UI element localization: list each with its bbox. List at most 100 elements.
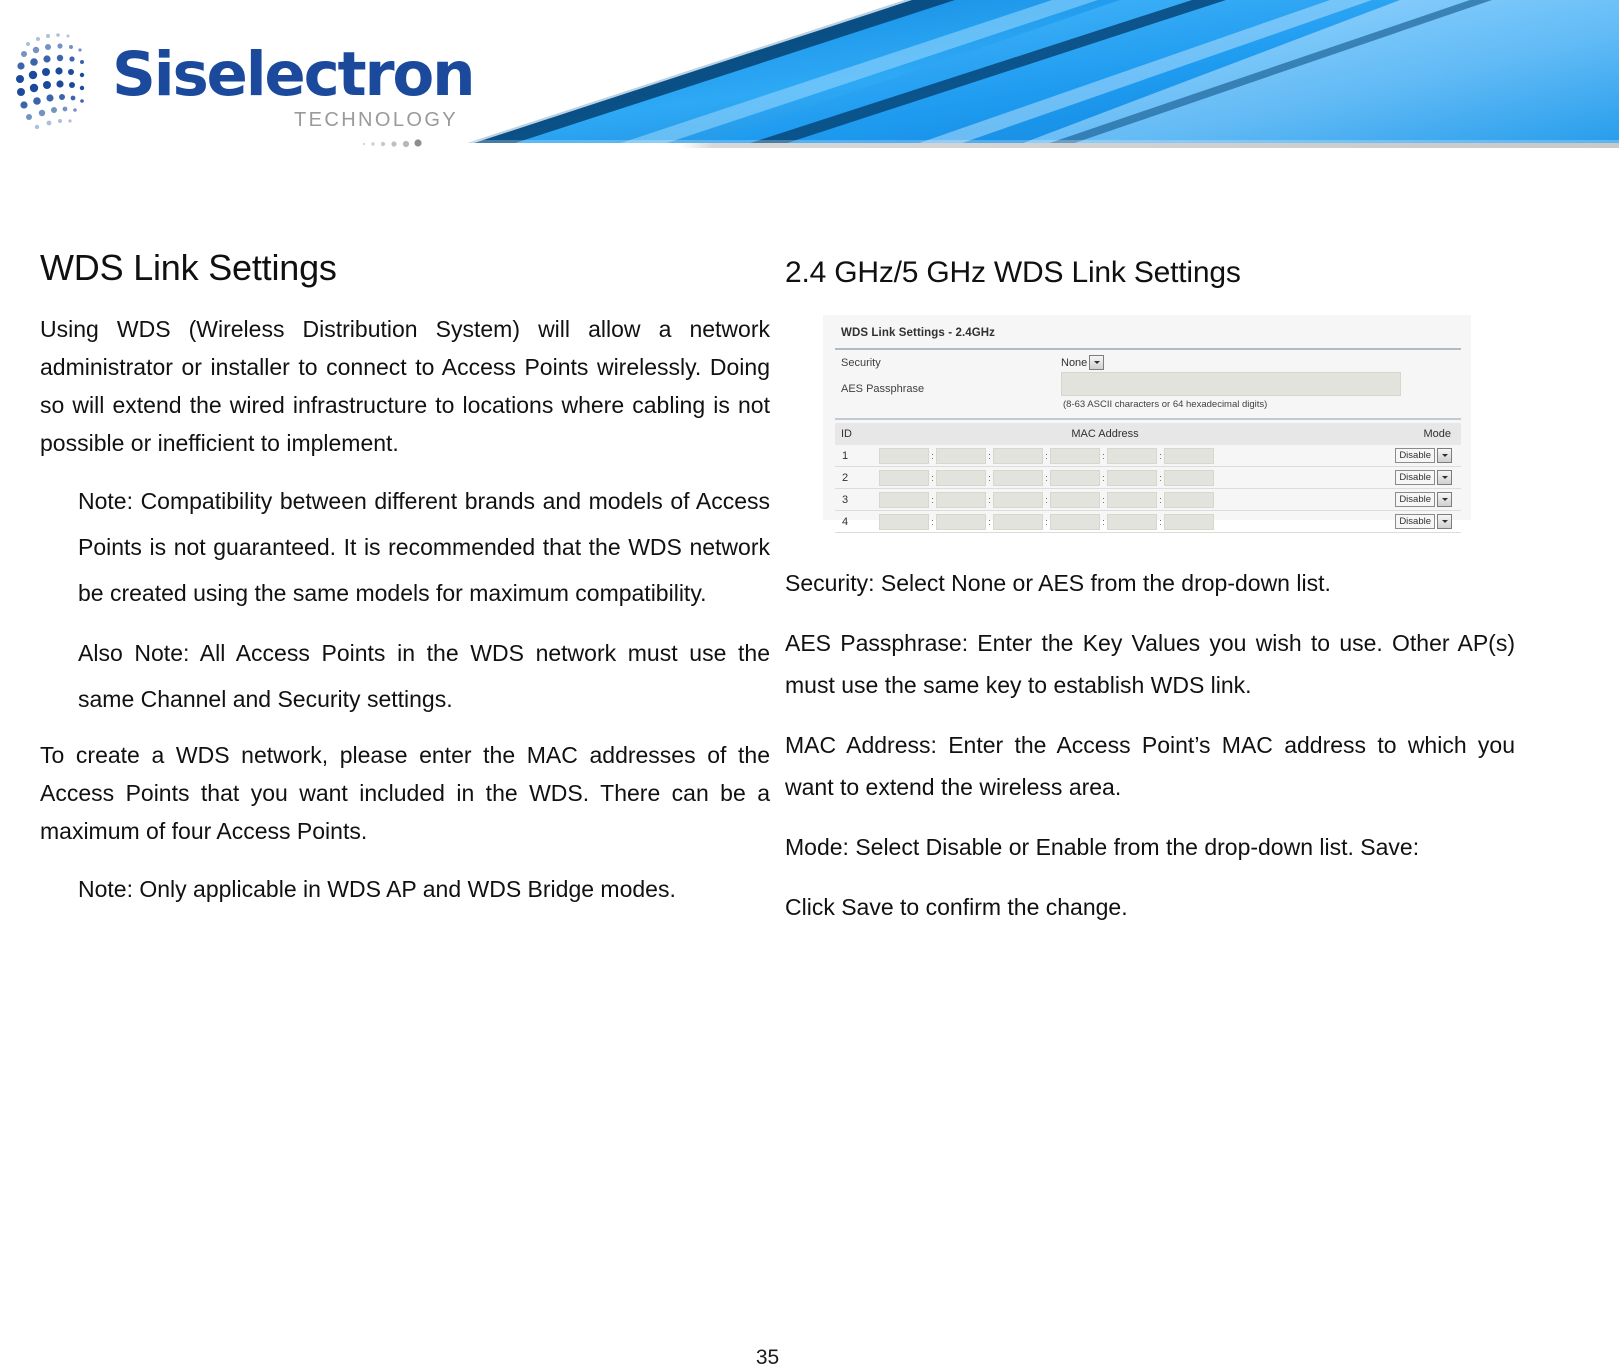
panel-title: WDS Link Settings - 2.4GHz bbox=[841, 327, 996, 339]
left-column: WDS Link Settings Using WDS (Wireless Di… bbox=[40, 248, 770, 926]
page-title: WDS Link Settings bbox=[40, 247, 337, 288]
security-select-value: None bbox=[1061, 356, 1088, 369]
page-header-banner: Siselectron TECHNOLOGY bbox=[0, 0, 1619, 148]
table-row: 2 : : : : : Disable bbox=[835, 466, 1461, 489]
mac-separator: : bbox=[1159, 516, 1162, 527]
mac-separator: : bbox=[1045, 494, 1048, 505]
row-id: 1 bbox=[835, 445, 877, 467]
mac-octet-input[interactable] bbox=[936, 513, 986, 530]
mac-octet-input[interactable] bbox=[993, 447, 1043, 464]
mac-separator: : bbox=[1045, 472, 1048, 483]
page-number-value: 35 bbox=[755, 1346, 780, 1369]
chevron-down-icon[interactable] bbox=[1437, 492, 1452, 507]
note-compatibility: Note: Compatibility between different br… bbox=[78, 487, 770, 606]
mac-separator: : bbox=[988, 472, 991, 483]
mac-octet-input[interactable] bbox=[1107, 469, 1157, 486]
security-select[interactable]: None bbox=[1061, 355, 1105, 370]
description-mode: Mode: Select Disable or Enable from the … bbox=[785, 834, 1420, 860]
globe-dots-icon bbox=[14, 24, 114, 136]
mac-separator: : bbox=[931, 472, 934, 483]
table-row: 1 : : : : : Disable bbox=[835, 445, 1461, 467]
mac-octet-input[interactable] bbox=[936, 469, 986, 486]
aes-passphrase-input[interactable] bbox=[1061, 372, 1401, 396]
mac-octet-input[interactable] bbox=[1050, 447, 1100, 464]
aes-passphrase-label: AES Passphrase bbox=[841, 383, 925, 395]
mac-octet-input[interactable] bbox=[1164, 469, 1214, 486]
mac-octet-input[interactable] bbox=[993, 491, 1043, 508]
mac-address-cell: : : : : : bbox=[877, 466, 1333, 489]
mac-octet-input[interactable] bbox=[1050, 513, 1100, 530]
mac-separator: : bbox=[1102, 494, 1105, 505]
mode-select-value[interactable]: Disable bbox=[1395, 470, 1435, 485]
mac-separator: : bbox=[1159, 450, 1162, 461]
mac-separator: : bbox=[1102, 450, 1105, 461]
mac-address-cell: : : : : : bbox=[877, 510, 1333, 533]
mac-octet-input[interactable] bbox=[993, 513, 1043, 530]
mac-separator: : bbox=[931, 450, 934, 461]
mac-octet-input[interactable] bbox=[1164, 491, 1214, 508]
table-header-row: ID MAC Address Mode bbox=[835, 423, 1461, 445]
mac-octet-input[interactable] bbox=[993, 469, 1043, 486]
mode-select-value[interactable]: Disable bbox=[1395, 492, 1435, 507]
mac-octet-input[interactable] bbox=[879, 491, 929, 508]
security-label: Security bbox=[841, 357, 881, 369]
mac-separator: : bbox=[1045, 516, 1048, 527]
description-security: Security: Select None or AES from the dr… bbox=[785, 570, 1331, 596]
description-save: Click Save to confirm the change. bbox=[785, 894, 1128, 920]
mac-separator: : bbox=[988, 450, 991, 461]
note-channel-security: Also Note: All Access Points in the WDS … bbox=[78, 639, 770, 712]
column-header-id: ID bbox=[835, 423, 877, 445]
mac-separator: : bbox=[988, 516, 991, 527]
table-row: 4 : : : : : Disable bbox=[835, 510, 1461, 533]
mac-octet-input[interactable] bbox=[1050, 491, 1100, 508]
table-divider bbox=[835, 418, 1461, 420]
section-title-wds-link-settings: 2.4 GHz/5 GHz WDS Link Settings bbox=[785, 256, 1241, 289]
mac-separator: : bbox=[1102, 516, 1105, 527]
chevron-down-icon[interactable] bbox=[1437, 448, 1452, 463]
chevron-down-icon[interactable] bbox=[1437, 470, 1452, 485]
table-row: 3 : : : : : Disable bbox=[835, 488, 1461, 511]
page-number-footer: 35 bbox=[0, 1346, 1619, 1370]
mode-select-value[interactable]: Disable bbox=[1395, 448, 1435, 463]
mac-octet-input[interactable] bbox=[1164, 513, 1214, 530]
paragraph-create-wds: To create a WDS network, please enter th… bbox=[40, 741, 770, 844]
column-header-mode: Mode bbox=[1333, 423, 1461, 445]
mac-octet-input[interactable] bbox=[936, 447, 986, 464]
mode-cell: Disable bbox=[1333, 510, 1461, 533]
column-header-mac-address: MAC Address bbox=[877, 423, 1333, 445]
mac-separator: : bbox=[988, 494, 991, 505]
mac-octet-input[interactable] bbox=[879, 513, 929, 530]
wds-link-settings-screenshot: WDS Link Settings - 2.4GHz Security None… bbox=[823, 315, 1471, 533]
mac-separator: : bbox=[1102, 472, 1105, 483]
logo-accent-dots-icon bbox=[360, 136, 430, 148]
aes-passphrase-hint: (8-63 ASCII characters or 64 hexadecimal… bbox=[1063, 399, 1268, 410]
mac-octet-input[interactable] bbox=[879, 447, 929, 464]
panel-divider bbox=[835, 348, 1461, 350]
mode-cell: Disable bbox=[1333, 466, 1461, 489]
description-aes-passphrase: AES Passphrase: Enter the Key Values you… bbox=[785, 630, 1515, 698]
row-id: 2 bbox=[835, 466, 877, 489]
mac-octet-input[interactable] bbox=[1107, 491, 1157, 508]
mode-select-value[interactable]: Disable bbox=[1395, 514, 1435, 529]
mac-octet-input[interactable] bbox=[1050, 469, 1100, 486]
screenshot-panel: WDS Link Settings - 2.4GHz Security None… bbox=[823, 315, 1471, 533]
chevron-down-icon[interactable] bbox=[1437, 514, 1452, 529]
row-id: 3 bbox=[835, 488, 877, 511]
mac-octet-input[interactable] bbox=[936, 491, 986, 508]
mac-separator: : bbox=[1159, 472, 1162, 483]
mac-octet-input[interactable] bbox=[1107, 513, 1157, 530]
description-mac-address: MAC Address: Enter the Access Point’s MA… bbox=[785, 732, 1515, 800]
paragraph-intro: Using WDS (Wireless Distribution System)… bbox=[40, 315, 770, 456]
mac-address-cell: : : : : : bbox=[877, 488, 1333, 511]
logo-tagline: TECHNOLOGY bbox=[294, 109, 459, 131]
mac-octet-input[interactable] bbox=[1164, 447, 1214, 464]
right-column: 2.4 GHz/5 GHz WDS Link Settings WDS Link… bbox=[785, 256, 1515, 946]
mac-separator: : bbox=[1159, 494, 1162, 505]
mac-address-cell: : : : : : bbox=[877, 445, 1333, 467]
mac-separator: : bbox=[1045, 450, 1048, 461]
mac-octet-input[interactable] bbox=[1107, 447, 1157, 464]
mac-separator: : bbox=[931, 516, 934, 527]
mac-octet-input[interactable] bbox=[879, 469, 929, 486]
mode-cell: Disable bbox=[1333, 488, 1461, 511]
chevron-down-icon bbox=[1089, 355, 1105, 370]
